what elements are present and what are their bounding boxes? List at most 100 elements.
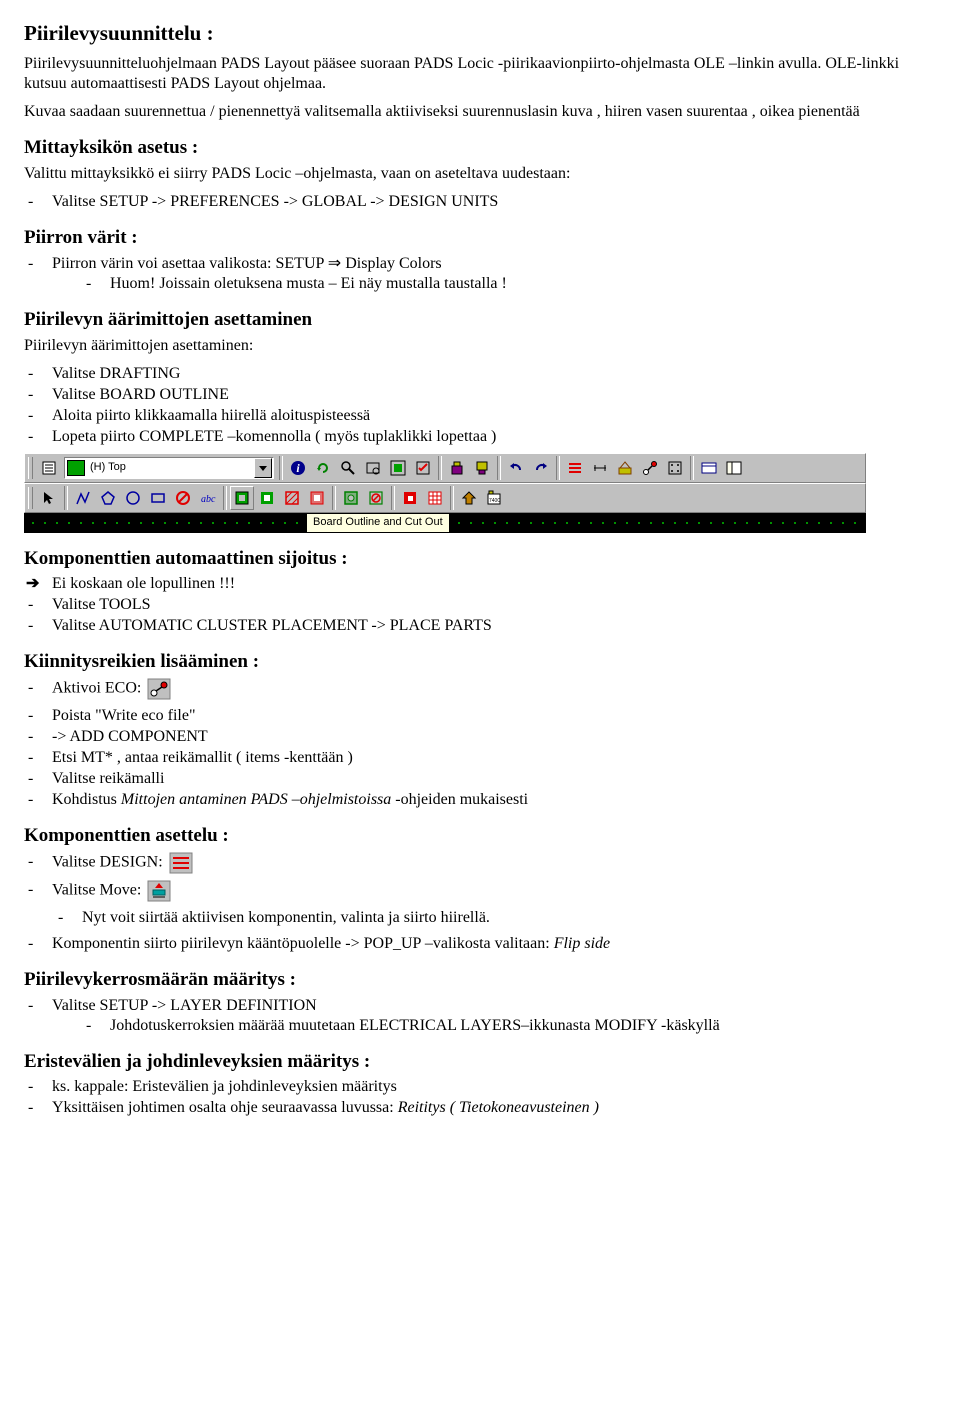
flood-icon[interactable] xyxy=(398,486,422,510)
section-outline-list: Valitse DRAFTING Valitse BOARD OUTLINE A… xyxy=(24,364,936,447)
toolbar-separator xyxy=(690,456,694,480)
section-holes-heading: Kiinnitysreikien lisääminen : xyxy=(24,650,936,674)
list-item-italic: Reititys ( Tietokoneavusteinen ) xyxy=(398,1099,599,1116)
plane-cut-icon[interactable] xyxy=(305,486,329,510)
zoom-board-icon[interactable] xyxy=(361,456,385,480)
section-outline-paragraph: Piirilevyn äärimittojen asettaminen: xyxy=(24,336,936,356)
list-item-text: -ohjeiden mukaisesti xyxy=(391,791,528,808)
list-item: Lopeta piirto COMPLETE –komennolla ( myö… xyxy=(24,427,936,447)
section-layers-list: Valitse SETUP -> LAYER DEFINITION Johdot… xyxy=(24,996,936,1036)
layer-dropdown-label: (H) Top xyxy=(88,461,253,475)
bga-toolbar-icon[interactable] xyxy=(663,456,687,480)
section-autoloc-heading: Komponenttien automaattinen sijoitus : xyxy=(24,547,936,571)
copper-pour-icon[interactable] xyxy=(230,486,254,510)
bottom-view-icon[interactable] xyxy=(470,456,494,480)
section-placement-list-1: Valitse DESIGN: xyxy=(24,852,936,874)
toolbar-separator xyxy=(332,486,336,510)
list-item-text: Kohdistus xyxy=(52,791,121,808)
prohibit-icon[interactable] xyxy=(171,486,195,510)
section-units-heading: Mittayksikön asetus : xyxy=(24,136,936,160)
toolbar-separator xyxy=(391,486,395,510)
section-placement-list-2: Valitse Move: xyxy=(24,880,936,902)
page-title: Piirilevysuunnittelu : xyxy=(24,20,936,46)
list-item: ks. kappale: Eristevälien ja johdinlevey… xyxy=(24,1077,936,1097)
svg-text:abc: abc xyxy=(201,494,216,505)
circle-icon[interactable] xyxy=(121,486,145,510)
list-item: Valitse SETUP -> LAYER DEFINITION Johdot… xyxy=(24,996,936,1036)
design-toolbar-icon[interactable] xyxy=(563,456,587,480)
project-explorer-icon[interactable] xyxy=(722,456,746,480)
line-2d-icon[interactable] xyxy=(71,486,95,510)
polygon-icon[interactable] xyxy=(96,486,120,510)
zoom-extent-icon[interactable] xyxy=(386,456,410,480)
list-item-text: Aktivoi ECO: xyxy=(52,680,141,697)
list-item: Valitse BOARD OUTLINE xyxy=(24,385,936,405)
list-item: -> ADD COMPONENT xyxy=(24,727,936,747)
list-item-italic: Mittojen antaminen PADS –ohjelmistoissa xyxy=(121,791,391,808)
keepout-icon[interactable] xyxy=(364,486,388,510)
toolbar-separator xyxy=(450,486,454,510)
section-clearance-list: ks. kappale: Eristevälien ja johdinlevey… xyxy=(24,1077,936,1118)
eco-toolbar-icon[interactable] xyxy=(638,456,662,480)
undo-icon[interactable] xyxy=(504,456,528,480)
list-item: Piirron värin voi asettaa valikosta: SET… xyxy=(24,254,936,294)
move-icon xyxy=(147,880,171,902)
redo-icon[interactable] xyxy=(529,456,553,480)
section-placement-list-3: Nyt voit siirtää aktiivisen komponentin,… xyxy=(54,908,936,928)
list-item: Valitse DRAFTING xyxy=(24,364,936,384)
plane-area-icon[interactable] xyxy=(280,486,304,510)
section-outline-heading: Piirilevyn äärimittojen asettaminen xyxy=(24,308,936,332)
drafting-toolbar-icon[interactable] xyxy=(613,456,637,480)
select-icon[interactable] xyxy=(37,486,61,510)
toolbar-separator xyxy=(556,456,560,480)
section-units-paragraph: Valittu mittayksikkö ei siirry PADS Loci… xyxy=(24,164,936,184)
layer-color-swatch xyxy=(67,460,85,476)
layer-dropdown[interactable]: (H) Top xyxy=(64,457,274,479)
list-item: Komponentin siirto piirilevyn kääntöpuol… xyxy=(24,934,936,954)
list-item: Valitse SETUP -> PREFERENCES -> GLOBAL -… xyxy=(24,192,936,212)
toolbar-grip[interactable] xyxy=(28,487,33,509)
section-autoloc-list: Ei koskaan ole lopullinen !!! Valitse TO… xyxy=(24,574,936,636)
zoom-icon[interactable] xyxy=(336,456,360,480)
list-item-text: Valitse Move: xyxy=(52,881,141,898)
output-window-icon[interactable] xyxy=(697,456,721,480)
section-colors-list: Piirron värin voi asettaa valikosta: SET… xyxy=(24,254,936,294)
list-item: Valitse Move: xyxy=(24,880,936,902)
dropdown-arrow-icon[interactable] xyxy=(254,458,272,478)
list-item: Aloita piirto klikkaamalla hiirellä aloi… xyxy=(24,406,936,426)
text-icon[interactable]: abc xyxy=(196,486,220,510)
dimension-toolbar-icon[interactable] xyxy=(588,456,612,480)
list-item: Valitse AUTOMATIC CLUSTER PLACEMENT -> P… xyxy=(24,616,936,636)
toolbar-separator xyxy=(497,456,501,480)
board-outline-icon[interactable] xyxy=(339,486,363,510)
toolbar-separator xyxy=(64,486,68,510)
list-item: Nyt voit siirtää aktiivisen komponentin,… xyxy=(54,908,936,928)
list-item-text: Valitse SETUP -> LAYER DEFINITION xyxy=(52,997,317,1014)
toolbar-grip[interactable] xyxy=(28,457,33,479)
import-dxf-icon[interactable] xyxy=(457,486,481,510)
rect-icon[interactable] xyxy=(146,486,170,510)
list-item: Aktivoi ECO: xyxy=(24,678,936,700)
redraw-icon[interactable] xyxy=(411,456,435,480)
section-placement-list-4: Komponentin siirto piirilevyn kääntöpuol… xyxy=(24,934,936,954)
toolbar-separator xyxy=(223,486,227,510)
list-item: Valitse reikämalli xyxy=(24,769,936,789)
cycle-icon[interactable] xyxy=(311,456,335,480)
list-item-text: Komponentin siirto piirilevyn kääntöpuol… xyxy=(52,935,554,952)
hatch-icon[interactable] xyxy=(423,486,447,510)
list-item-text: Piirron värin voi asettaa valikosta: SET… xyxy=(52,255,442,272)
list-item: Etsi MT* , antaa reikämallit ( items -ke… xyxy=(24,748,936,768)
library-icon[interactable]: 7400 xyxy=(482,486,506,510)
eco-icon xyxy=(147,678,171,700)
toolbar-separator xyxy=(438,456,442,480)
design-icon xyxy=(169,852,193,874)
grid-dots xyxy=(24,513,306,531)
section-holes-list: Aktivoi ECO: xyxy=(24,678,936,700)
toolbar-separator xyxy=(279,456,283,480)
copper-cut-icon[interactable] xyxy=(255,486,279,510)
info-icon[interactable]: i xyxy=(286,456,310,480)
top-view-icon[interactable] xyxy=(445,456,469,480)
tooltip-bubble: Board Outline and Cut Out xyxy=(306,513,450,533)
properties-icon[interactable] xyxy=(37,456,61,480)
section-placement-heading: Komponenttien asettelu : xyxy=(24,824,936,848)
